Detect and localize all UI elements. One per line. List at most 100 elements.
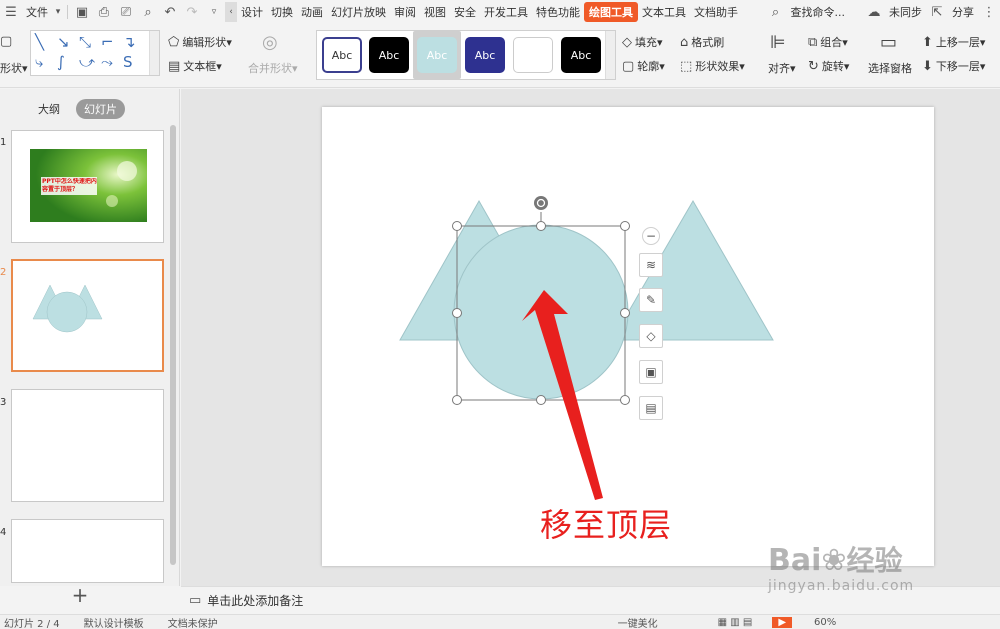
slide-number: 4: [0, 527, 7, 538]
format-brush-button[interactable]: ⌂ 格式刷: [680, 34, 724, 50]
selection-pane-icon[interactable]: ▭: [880, 32, 900, 53]
undo-icon[interactable]: ↶: [159, 2, 181, 22]
tab-animation[interactable]: 动画: [297, 4, 327, 20]
tab-review[interactable]: 审阅: [390, 4, 420, 20]
share-icon[interactable]: ⇱: [926, 2, 948, 22]
fill-button[interactable]: ◇ 填充 ▾: [622, 34, 663, 50]
tab-transition[interactable]: 切换: [267, 4, 297, 20]
selection-pane-button[interactable]: 选择窗格: [868, 60, 912, 76]
panel-tabs: 大纲 幻灯片: [30, 99, 125, 119]
tab-doc-assistant[interactable]: 文档助手: [690, 4, 742, 20]
tab-security[interactable]: 安全: [450, 4, 480, 20]
slide-thumbnail-3[interactable]: [11, 389, 164, 502]
double-arrow-icon[interactable]: ⤡: [79, 33, 91, 51]
elbow-double-icon[interactable]: ⤷: [35, 53, 43, 71]
doc-status[interactable]: 文档未保护: [168, 615, 218, 629]
tab-slideshow[interactable]: 幻灯片放映: [327, 4, 390, 20]
annotation-text: 移至顶层: [540, 506, 673, 544]
panel-scrollbar[interactable]: [170, 125, 176, 565]
group-icon: ⧉: [808, 34, 818, 50]
more-icon[interactable]: ⋮: [978, 2, 1000, 22]
line-icon[interactable]: ╲: [35, 33, 44, 51]
cloud-icon[interactable]: ☁: [863, 2, 885, 22]
tab-special[interactable]: 特色功能: [532, 4, 584, 20]
slide-thumbnail-1[interactable]: PPT中怎么快速把内容置于顶层？: [11, 130, 164, 243]
curve-double-icon[interactable]: ⤳: [101, 53, 113, 71]
print-icon[interactable]: ⎚: [115, 2, 137, 22]
sync-status[interactable]: 未同步: [885, 4, 926, 20]
shape-effect-button[interactable]: ⬚ 形状效果 ▾: [680, 58, 745, 74]
align-icon[interactable]: ⊫: [770, 32, 789, 53]
tab-design[interactable]: 设计: [237, 4, 267, 20]
outline-icon[interactable]: ▣: [639, 360, 663, 384]
customize-icon[interactable]: ▿: [203, 2, 225, 22]
watermark-brand: Bai: [768, 543, 822, 578]
text-box-icon[interactable]: ▤: [639, 396, 663, 420]
merge-shape-icon[interactable]: ◎: [262, 32, 281, 53]
shape-menu[interactable]: 形状 ▾: [0, 60, 28, 76]
right-triangle-shape[interactable]: [611, 200, 774, 341]
style-navy[interactable]: Abc: [465, 37, 505, 73]
tab-text-tools[interactable]: 文本工具: [638, 4, 690, 20]
elbow-connector-icon[interactable]: ⌐: [101, 33, 114, 51]
tab-outline[interactable]: 大纲: [30, 99, 68, 119]
collapse-icon[interactable]: −: [642, 227, 660, 245]
curve-connector-icon[interactable]: ∫: [57, 53, 65, 71]
group-label: 组合: [820, 36, 843, 49]
outline-button[interactable]: ▢ 轮廓 ▾: [622, 58, 665, 74]
bring-forward-button[interactable]: ⬆ 上移一层 ▾: [922, 34, 985, 50]
command-search[interactable]: 查找命令...: [787, 4, 850, 20]
freeform-icon[interactable]: S: [123, 53, 133, 71]
edit-shape-button[interactable]: ⬠ 编辑形状 ▾: [168, 34, 232, 50]
search-icon[interactable]: ⌕: [765, 2, 787, 22]
add-slide-button[interactable]: +: [70, 585, 90, 606]
slide-thumbnail-2[interactable]: [11, 259, 164, 372]
slide-canvas[interactable]: 移至顶层: [322, 107, 934, 566]
view-normal-icon[interactable]: ▦ ▥ ▤: [718, 617, 753, 628]
pen-icon[interactable]: ✎: [639, 288, 663, 312]
tab-developer[interactable]: 开发工具: [480, 4, 532, 20]
tab-drawing-tools[interactable]: 绘图工具: [584, 2, 638, 22]
redo-icon[interactable]: ↷: [181, 2, 203, 22]
slide-thumbnail-4[interactable]: [11, 519, 164, 583]
style-white[interactable]: [513, 37, 553, 73]
merge-shape-button[interactable]: 合并形状 ▾: [248, 60, 298, 76]
file-menu[interactable]: 文件: [22, 4, 52, 20]
shape-effect-label: 形状效果: [695, 60, 740, 73]
shape-insert-icon[interactable]: ▢: [0, 34, 15, 49]
share-button[interactable]: 分享: [948, 4, 978, 20]
send-backward-button[interactable]: ⬇ 下移一层 ▾: [922, 58, 985, 74]
zoom-level[interactable]: 60%: [814, 617, 836, 628]
beautify-button[interactable]: 一键美化: [618, 615, 658, 629]
style-gallery-scroll[interactable]: [605, 31, 615, 79]
fill-bucket-icon[interactable]: ◇: [639, 324, 663, 348]
elbow-arrow-icon[interactable]: ↴: [123, 33, 136, 51]
style-black[interactable]: Abc: [369, 37, 409, 73]
style-outline-navy[interactable]: Abc: [322, 37, 362, 73]
chevron-down-icon[interactable]: ▾: [52, 2, 64, 22]
rotate-button[interactable]: ↻ 旋转 ▾: [808, 58, 849, 74]
baidu-watermark: Bai❀经验 jingyan.baidu.com: [768, 543, 914, 595]
curve-arrow-icon[interactable]: ⤻: [79, 53, 95, 71]
shape-label: 形状: [0, 62, 22, 75]
export-icon[interactable]: ⎙: [93, 2, 115, 22]
style-black-2[interactable]: Abc: [561, 37, 601, 73]
layer-icon[interactable]: ≋: [639, 253, 663, 277]
align-button[interactable]: 对齐 ▾: [768, 60, 796, 76]
menu-icon[interactable]: ☰: [0, 2, 22, 22]
text-box-button[interactable]: ▤ 文本框 ▾: [168, 58, 222, 74]
theme-name[interactable]: 默认设计模板: [84, 615, 144, 629]
play-icon[interactable]: ▶: [772, 616, 793, 628]
save-icon[interactable]: ▣: [71, 2, 93, 22]
gallery-scroll[interactable]: [149, 31, 159, 75]
group-button[interactable]: ⧉ 组合 ▾: [808, 34, 848, 50]
tab-slides[interactable]: 幻灯片: [76, 99, 125, 119]
tab-scroll-left-icon[interactable]: ‹: [225, 2, 237, 22]
preview-icon[interactable]: ⌕: [137, 2, 159, 22]
style-light-blue[interactable]: Abc: [417, 37, 457, 73]
notes-placeholder[interactable]: 单击此处添加备注: [207, 592, 303, 609]
arrow-line-icon[interactable]: ↘: [57, 33, 70, 51]
rotate-handle-icon[interactable]: [534, 196, 548, 210]
tab-view[interactable]: 视图: [420, 4, 450, 20]
line-shapes-gallery[interactable]: ╲ ↘ ⤡ ⌐ ↴ ⤷ ∫ ⤻ ⤳ S: [30, 30, 160, 76]
